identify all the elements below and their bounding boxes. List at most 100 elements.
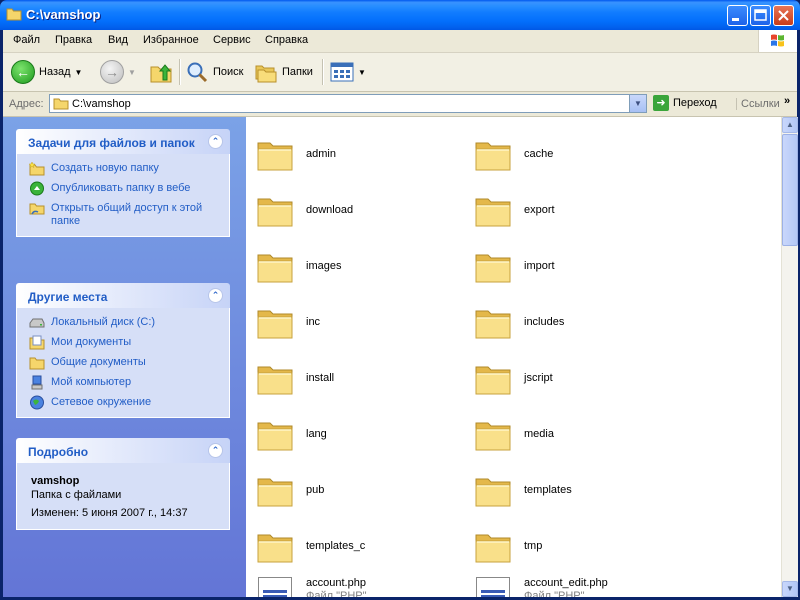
task-publish-folder[interactable]: Опубликовать папку в вебе <box>29 181 217 196</box>
collapse-icon[interactable]: ⌃ <box>208 288 223 303</box>
menu-help[interactable]: Справка <box>265 34 308 46</box>
folder-icon <box>256 527 294 565</box>
chevron-down-icon[interactable]: ▼ <box>358 68 366 77</box>
folder-item[interactable]: pub <box>256 465 466 515</box>
scroll-up-button[interactable]: ▲ <box>782 117 798 133</box>
chevron-down-icon[interactable]: ▼ <box>128 68 136 77</box>
folder-item[interactable]: images <box>256 241 466 291</box>
shared-documents-icon <box>29 357 45 370</box>
place-my-documents[interactable]: Мои документы <box>29 335 217 350</box>
folder-icon <box>474 303 512 341</box>
back-label: Назад <box>39 66 71 78</box>
chevron-down-icon[interactable]: ▼ <box>75 68 83 77</box>
folders-label: Папки <box>282 66 313 78</box>
new-folder-icon <box>29 161 45 176</box>
php-file-icon <box>476 577 510 597</box>
place-label: Локальный диск (C:) <box>51 316 156 328</box>
detail-folder-type: Папка с файлами <box>31 489 122 501</box>
tasks-panel: Задачи для файлов и папок ⌃ Создать нову… <box>16 129 230 237</box>
scroll-thumb[interactable] <box>782 134 798 246</box>
folder-item[interactable]: templates_c <box>256 521 466 571</box>
minimize-button[interactable] <box>727 5 748 26</box>
folder-name: media <box>524 428 554 440</box>
window-frame: Файл Правка Вид Избранное Сервис Справка… <box>3 30 798 597</box>
folder-item[interactable]: admin <box>256 129 466 179</box>
place-local-disk[interactable]: Локальный диск (C:) <box>29 316 217 329</box>
scroll-down-button[interactable]: ▼ <box>782 581 798 597</box>
place-my-computer[interactable]: Мой компьютер <box>29 375 217 390</box>
menu-view[interactable]: Вид <box>108 34 128 46</box>
folder-item[interactable]: inc <box>256 297 466 347</box>
file-type: Файл "PHP" <box>524 590 585 597</box>
folder-name: install <box>306 372 335 384</box>
other-places-header[interactable]: Другие места ⌃ <box>16 283 230 308</box>
go-button[interactable]: ➜ Переход <box>653 95 717 111</box>
folder-name: download <box>306 204 354 216</box>
vertical-scrollbar[interactable]: ▲ ▼ <box>781 117 798 597</box>
search-button[interactable]: Поиск <box>185 57 243 87</box>
window-title: C:\vamshop <box>26 7 101 22</box>
place-label: Общие документы <box>51 356 146 368</box>
up-folder-button[interactable] <box>149 57 173 87</box>
folder-item[interactable]: templates <box>474 465 684 515</box>
go-arrow-icon: ➜ <box>653 95 669 111</box>
menu-favorites[interactable]: Избранное <box>143 34 199 46</box>
folder-item[interactable]: import <box>474 241 684 291</box>
folder-item[interactable]: lang <box>256 409 466 459</box>
chevron-down-icon: ▼ <box>634 99 642 108</box>
hard-drive-icon <box>29 318 45 328</box>
maximize-button[interactable] <box>750 5 771 26</box>
search-label: Поиск <box>213 66 244 78</box>
task-share-folder[interactable]: Открыть общий доступ к этой папке <box>29 202 217 228</box>
task-pane: Задачи для файлов и папок ⌃ Создать нову… <box>3 117 246 597</box>
folder-name: jscript <box>524 372 553 384</box>
folders-button[interactable]: Папки <box>254 57 313 87</box>
links-toolbar[interactable]: Ссылки <box>736 98 780 110</box>
folder-item[interactable]: cache <box>474 129 684 179</box>
chevron-right-icon[interactable]: » <box>784 95 790 107</box>
folder-item[interactable]: media <box>474 409 684 459</box>
windows-flag-icon <box>771 34 784 47</box>
folder-item[interactable]: tmp <box>474 521 684 571</box>
close-button[interactable] <box>773 5 794 26</box>
folder-icon <box>256 415 294 453</box>
collapse-icon[interactable]: ⌃ <box>208 443 223 458</box>
go-label: Переход <box>673 97 717 109</box>
file-list-view[interactable]: admin cache download export images import inc i… <box>246 117 781 597</box>
folder-item[interactable]: download <box>256 185 466 235</box>
place-network[interactable]: Сетевое окружение <box>29 395 217 410</box>
details-body: vamshop Папка с файлами Изменен: 5 июня … <box>16 463 230 530</box>
chevron-up-icon: ▲ <box>786 120 794 129</box>
menu-tools[interactable]: Сервис <box>213 34 251 46</box>
forward-button[interactable]: → ▼ <box>100 57 136 87</box>
maximize-icon <box>754 9 767 21</box>
menu-file[interactable]: Файл <box>13 34 40 46</box>
views-button[interactable]: ▼ <box>330 57 366 87</box>
collapse-icon[interactable]: ⌃ <box>208 134 223 149</box>
folder-icon <box>6 8 22 21</box>
file-item[interactable]: account_edit.php Файл "PHP" <box>476 573 686 597</box>
folder-item[interactable]: jscript <box>474 353 684 403</box>
details-header[interactable]: Подробно ⌃ <box>16 438 230 463</box>
folder-name: cache <box>524 148 554 160</box>
file-name: account.php <box>306 577 366 589</box>
folder-icon <box>474 247 512 285</box>
title-bar[interactable]: C:\vamshop <box>0 0 800 30</box>
file-item[interactable]: account.php Файл "PHP" <box>258 573 468 597</box>
back-button[interactable]: ← Назад ▼ <box>11 57 82 87</box>
address-dropdown-button[interactable]: ▼ <box>629 95 646 112</box>
details-panel: Подробно ⌃ vamshop Папка с файлами Измен… <box>16 438 230 530</box>
folder-name: lang <box>306 428 327 440</box>
folder-item[interactable]: install <box>256 353 466 403</box>
place-shared-documents[interactable]: Общие документы <box>29 356 217 370</box>
folder-icon <box>474 191 512 229</box>
share-folder-icon <box>29 203 45 215</box>
folder-name: export <box>524 204 555 216</box>
php-file-icon <box>258 577 292 597</box>
address-input[interactable]: C:\vamshop ▼ <box>49 94 647 113</box>
folder-item[interactable]: includes <box>474 297 684 347</box>
menu-edit[interactable]: Правка <box>55 34 92 46</box>
tasks-panel-header[interactable]: Задачи для файлов и папок ⌃ <box>16 129 230 154</box>
task-new-folder[interactable]: Создать новую папку <box>29 161 217 176</box>
folder-item[interactable]: export <box>474 185 684 235</box>
